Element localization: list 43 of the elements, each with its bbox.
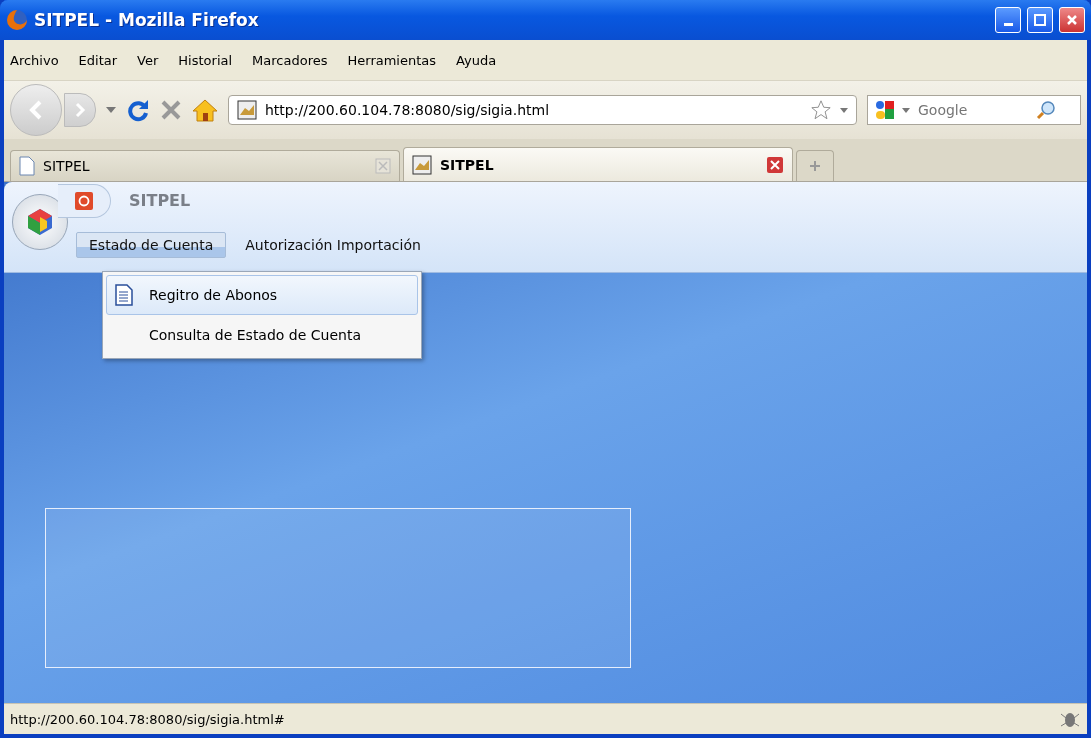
menu-item[interactable]: Herramientas — [347, 52, 437, 68]
close-icon — [1066, 14, 1078, 26]
page-icon — [19, 156, 35, 176]
reload-icon[interactable] — [126, 98, 150, 122]
browser-tab[interactable]: SITPEL — [403, 147, 793, 181]
stop-icon[interactable] — [160, 99, 182, 121]
bookmark-star-icon[interactable] — [810, 99, 832, 121]
minimize-button[interactable] — [995, 7, 1021, 33]
menu-item[interactable]: Editar — [78, 52, 118, 68]
window-title: SITPEL - Mozilla Firefox — [34, 10, 260, 30]
app-menu-item[interactable]: Autorización Importación — [232, 232, 434, 258]
dropdown-item[interactable]: Regitro de Abonos — [106, 275, 418, 315]
address-bar[interactable]: http://200.60.104.78:8080/sig/sigia.html — [228, 95, 857, 125]
plus-icon — [809, 160, 821, 172]
dropdown-item[interactable]: Consulta de Estado de Cuenta — [106, 315, 418, 355]
menu-item[interactable]: Ayuda — [456, 52, 497, 68]
search-icon[interactable] — [1036, 100, 1056, 120]
menu-item[interactable]: Historial — [178, 52, 233, 68]
home-icon[interactable] — [192, 98, 218, 122]
menu-item[interactable]: Marcadores — [252, 52, 328, 68]
engine-dropdown-icon[interactable] — [902, 107, 910, 113]
dropdown-icon[interactable] — [840, 107, 848, 113]
site-icon — [237, 100, 257, 120]
maximize-button[interactable] — [1027, 7, 1053, 33]
cube-icon — [25, 207, 55, 237]
menu-item[interactable]: Ver — [137, 52, 159, 68]
document-icon — [115, 284, 133, 306]
browser-tab[interactable]: SITPEL — [10, 150, 400, 181]
power-icon — [75, 192, 93, 210]
search-engine-icon — [874, 99, 896, 121]
minimize-icon — [1003, 22, 1013, 26]
power-button[interactable] — [58, 184, 111, 218]
site-icon — [412, 154, 432, 175]
history-dropdown-icon[interactable] — [106, 107, 116, 113]
status-text: http://200.60.104.78:8080/sig/sigia.html# — [10, 711, 286, 727]
app-menu-item[interactable]: Estado de Cuenta — [76, 232, 227, 258]
search-box[interactable]: Google — [867, 95, 1081, 125]
app-orb-button[interactable] — [12, 194, 68, 250]
menu-item[interactable]: Archivo — [10, 52, 59, 68]
close-button[interactable] — [1059, 7, 1085, 33]
maximize-icon — [1034, 14, 1046, 26]
close-tab-icon[interactable] — [766, 155, 784, 174]
app-title: SITPEL — [129, 190, 191, 210]
